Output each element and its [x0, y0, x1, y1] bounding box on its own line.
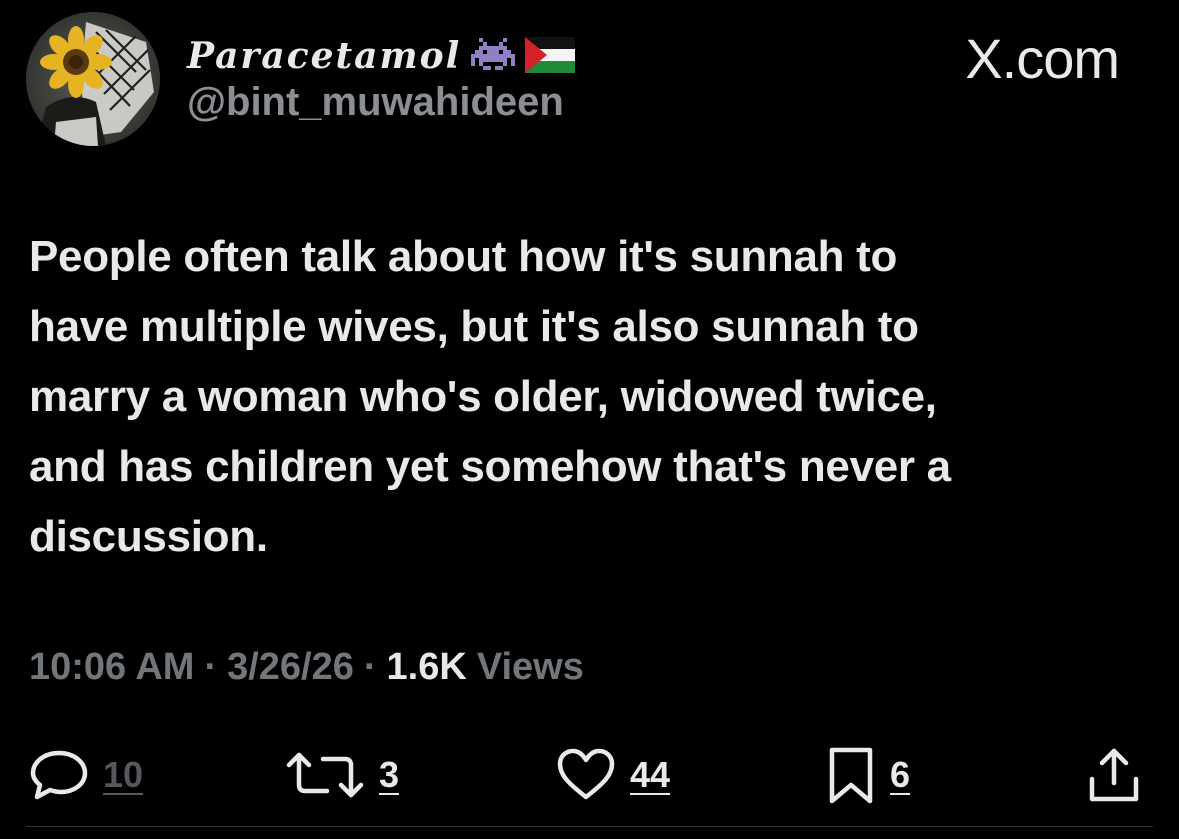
bookmark-icon [826, 745, 876, 805]
meta-separator: · [363, 646, 377, 688]
heart-icon [556, 747, 616, 803]
alien-monster-icon [471, 37, 516, 75]
avatar[interactable] [26, 12, 160, 146]
author-handle[interactable]: @bint_muwahideen [187, 80, 564, 125]
palestine-flag-icon [525, 37, 576, 75]
divider [26, 826, 1153, 827]
like-count: 44 [630, 754, 671, 795]
tweet-text-line: and has children yet somehow that's neve… [29, 442, 951, 491]
reply-count: 10 [103, 754, 144, 795]
display-name-row[interactable]: Paracetamol [187, 30, 576, 82]
avatar-image [26, 12, 160, 146]
reply-button[interactable]: 10 [29, 740, 143, 810]
repost-icon [285, 747, 365, 803]
tweet-text-line: discussion. [29, 512, 268, 561]
share-icon [1086, 745, 1142, 805]
bookmark-button[interactable]: 6 [826, 740, 910, 810]
x-com-brand: X.com [965, 27, 1120, 90]
tweet-text: People often talk about how it's sunnah … [29, 222, 1139, 572]
tweet-meta: 10:06 AM · 3/26/26 · 1.6K Views [29, 646, 584, 689]
action-bar: 10 3 44 6 [0, 740, 1179, 810]
display-name[interactable]: Paracetamol [187, 35, 461, 77]
repost-button[interactable]: 3 [285, 740, 399, 810]
tweet-time[interactable]: 10:06 AM [29, 646, 194, 689]
share-button[interactable] [1086, 740, 1142, 810]
bookmark-count: 6 [890, 754, 911, 795]
like-button[interactable]: 44 [556, 740, 670, 810]
tweet-card: Paracetamol @bint_muwahideen X.com Peopl… [0, 0, 1179, 839]
tweet-text-line: have multiple wives, but it's also sunna… [29, 302, 919, 351]
meta-separator: · [204, 646, 218, 688]
tweet-date[interactable]: 3/26/26 [227, 646, 354, 689]
repost-count: 3 [379, 754, 400, 795]
views-label: Views [476, 646, 584, 688]
tweet-text-line: People often talk about how it's sunnah … [29, 232, 898, 281]
tweet-text-line: marry a woman who's older, widowed twice… [29, 372, 937, 421]
views-count: 1.6K [386, 646, 467, 688]
reply-icon [29, 747, 89, 803]
